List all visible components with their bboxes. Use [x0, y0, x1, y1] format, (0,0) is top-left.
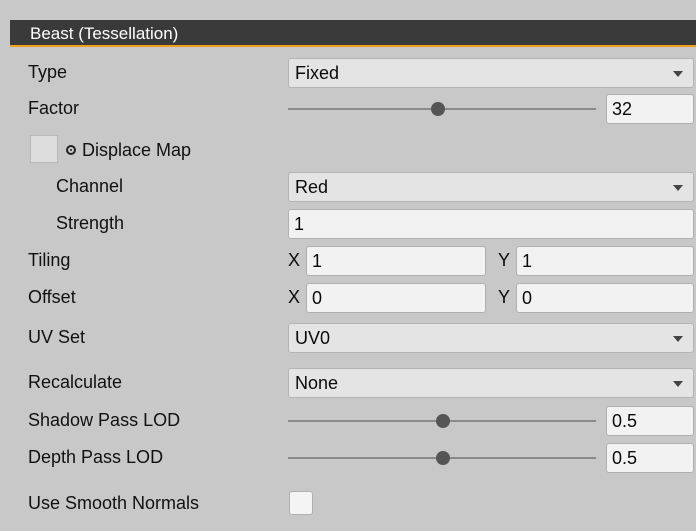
strength-field[interactable]: 1 [288, 209, 694, 239]
offset-x-label: X [288, 287, 301, 307]
section-title: Beast (Tessellation) [30, 24, 179, 43]
tiling-x-value: 1 [312, 251, 323, 271]
tiling-y-value: 1 [522, 251, 533, 271]
use-smooth-normals-checkbox[interactable] [289, 491, 313, 515]
use-smooth-normals-label: Use Smooth Normals [28, 493, 200, 513]
offset-y-value: 0 [522, 288, 533, 308]
chevron-down-icon [673, 381, 683, 387]
recalculate-row: Recalculate None [0, 368, 696, 398]
depth-pass-lod-field[interactable]: 0.5 [606, 443, 694, 473]
displace-map-label: Displace Map [82, 140, 192, 160]
tiling-label: Tiling [28, 250, 71, 270]
strength-value: 1 [294, 214, 305, 234]
tiling-x-field[interactable]: 1 [306, 246, 486, 276]
type-row: Type Fixed [0, 58, 696, 88]
uv-set-label: UV Set [28, 327, 86, 347]
offset-label: Offset [28, 287, 76, 307]
offset-x-field[interactable]: 0 [306, 283, 486, 313]
offset-row: Offset X 0 Y 0 [0, 283, 696, 313]
uv-set-value: UV0 [295, 328, 331, 348]
uv-set-dropdown[interactable]: UV0 [288, 323, 694, 353]
factor-label: Factor [28, 98, 80, 118]
tiling-y-label: Y [498, 250, 511, 270]
factor-field[interactable]: 32 [606, 94, 694, 124]
uv-set-row: UV Set UV0 [0, 323, 696, 353]
factor-row: Factor 32 [0, 94, 696, 124]
depth-pass-lod-slider-thumb[interactable] [436, 451, 450, 465]
channel-row: Channel Red [0, 172, 696, 202]
depth-pass-lod-row: Depth Pass LOD 0.5 [0, 443, 696, 473]
type-label: Type [28, 62, 68, 82]
tiling-x-label: X [288, 250, 301, 270]
channel-label: Channel [56, 176, 124, 196]
shadow-pass-lod-field[interactable]: 0.5 [606, 406, 694, 436]
chevron-down-icon [673, 71, 683, 77]
object-picker-icon[interactable] [66, 145, 76, 155]
offset-x-value: 0 [312, 288, 323, 308]
shadow-pass-lod-label: Shadow Pass LOD [28, 410, 181, 430]
channel-value: Red [295, 177, 329, 197]
chevron-down-icon [673, 185, 683, 191]
offset-y-field[interactable]: 0 [516, 283, 694, 313]
chevron-down-icon [673, 336, 683, 342]
recalculate-dropdown[interactable]: None [288, 368, 694, 398]
shadow-pass-lod-row: Shadow Pass LOD 0.5 [0, 406, 696, 436]
strength-label: Strength [56, 213, 125, 233]
shadow-pass-lod-value: 0.5 [612, 411, 638, 431]
offset-y-label: Y [498, 287, 511, 307]
type-dropdown[interactable]: Fixed [288, 58, 694, 88]
tiling-row: Tiling X 1 Y 1 [0, 246, 696, 276]
displace-map-texture-slot[interactable] [30, 135, 58, 163]
depth-pass-lod-label: Depth Pass LOD [28, 447, 164, 467]
type-value: Fixed [295, 63, 340, 83]
tiling-y-field[interactable]: 1 [516, 246, 694, 276]
factor-slider-thumb[interactable] [431, 102, 445, 116]
use-smooth-normals-row: Use Smooth Normals [0, 489, 696, 519]
factor-value: 32 [612, 99, 633, 119]
depth-pass-lod-value: 0.5 [612, 448, 638, 468]
channel-dropdown[interactable]: Red [288, 172, 694, 202]
section-header[interactable]: Beast (Tessellation) [10, 20, 696, 47]
strength-row: Strength 1 [0, 209, 696, 239]
shadow-pass-lod-slider-thumb[interactable] [436, 414, 450, 428]
recalculate-value: None [295, 373, 339, 393]
recalculate-label: Recalculate [28, 372, 123, 392]
